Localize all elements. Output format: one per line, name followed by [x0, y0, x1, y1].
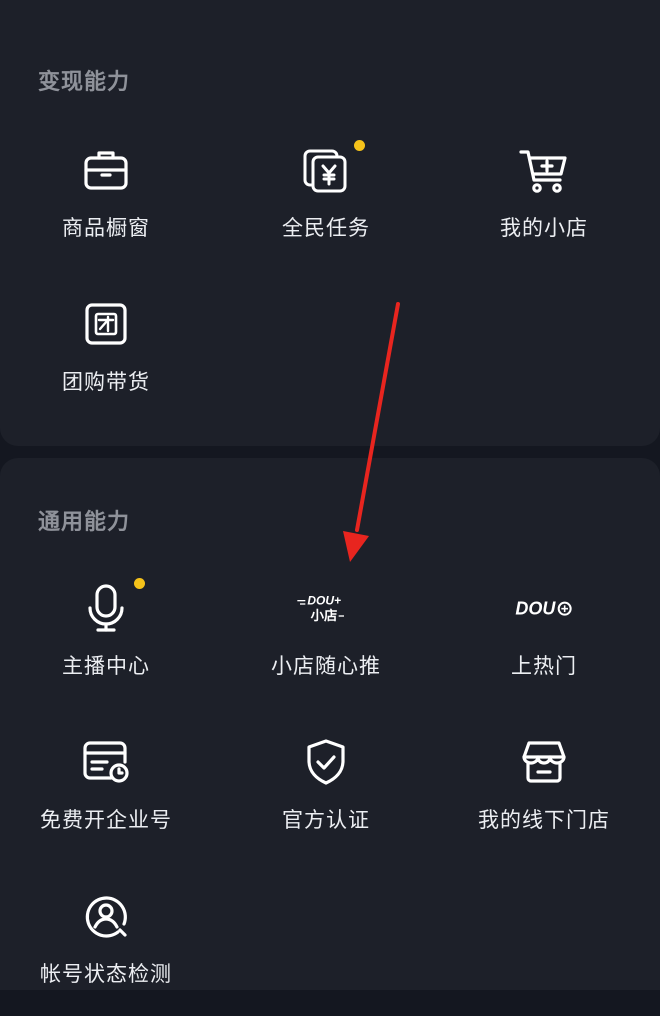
general-section: 通用能力 主播中心 DOU+ 小店 小店随心推 DOU 上热门 免费开企业号 官…: [0, 458, 660, 990]
account-status-check-button[interactable]: 帐号状态检测: [6, 886, 206, 1016]
item-label: 免费开企业号: [40, 808, 172, 832]
logo-top-text: DOU+: [307, 594, 341, 608]
section-title: 通用能力: [38, 510, 131, 535]
logo-text: DOU: [515, 599, 556, 619]
item-label: 帐号状态检测: [40, 962, 172, 986]
enterprise-account-button[interactable]: 免费开企业号: [6, 732, 206, 862]
creator-services-page: 变现能力 商品橱窗 全民任务 我的小店 团购带货 通用能力 主播中心 DOU+ …: [0, 0, 660, 990]
streamer-center-button[interactable]: 主播中心: [6, 578, 206, 708]
item-label: 主播中心: [62, 654, 150, 678]
group-buy-icon: [76, 294, 136, 354]
microphone-icon: [76, 578, 136, 638]
enterprise-card-icon: [76, 732, 136, 792]
item-label: 官方认证: [282, 808, 370, 832]
item-label: 团购带货: [62, 370, 150, 394]
item-label: 我的小店: [500, 216, 588, 240]
logo-bottom-text: 小店: [311, 607, 338, 624]
item-label: 全民任务: [282, 216, 370, 240]
briefcase-icon: [76, 140, 136, 200]
item-label: 我的线下门店: [478, 808, 610, 832]
my-shop-button[interactable]: 我的小店: [444, 140, 644, 270]
boost-trending-button[interactable]: DOU 上热门: [444, 578, 644, 708]
dou-plus-shop-logo: DOU+ 小店: [296, 578, 356, 638]
store-icon: [514, 732, 574, 792]
product-showcase-button[interactable]: 商品橱窗: [6, 140, 206, 270]
item-label: 小店随心推: [271, 654, 381, 678]
yuan-cards-icon: [296, 140, 356, 200]
dou-plus-logo: DOU: [514, 578, 574, 638]
badge-dot: [354, 140, 365, 151]
account-check-icon: [76, 886, 136, 946]
group-buy-button[interactable]: 团购带货: [6, 294, 206, 424]
public-tasks-button[interactable]: 全民任务: [226, 140, 426, 270]
section-title: 变现能力: [38, 70, 131, 95]
shop-promote-button[interactable]: DOU+ 小店 小店随心推: [226, 578, 426, 708]
badge-dot: [134, 578, 145, 589]
item-label: 上热门: [511, 654, 577, 678]
official-verification-button[interactable]: 官方认证: [226, 732, 426, 862]
offline-store-button[interactable]: 我的线下门店: [444, 732, 644, 862]
item-label: 商品橱窗: [62, 216, 150, 240]
cart-icon: [514, 140, 574, 200]
shield-check-icon: [296, 732, 356, 792]
monetization-section: 变现能力 商品橱窗 全民任务 我的小店 团购带货: [0, 0, 660, 446]
